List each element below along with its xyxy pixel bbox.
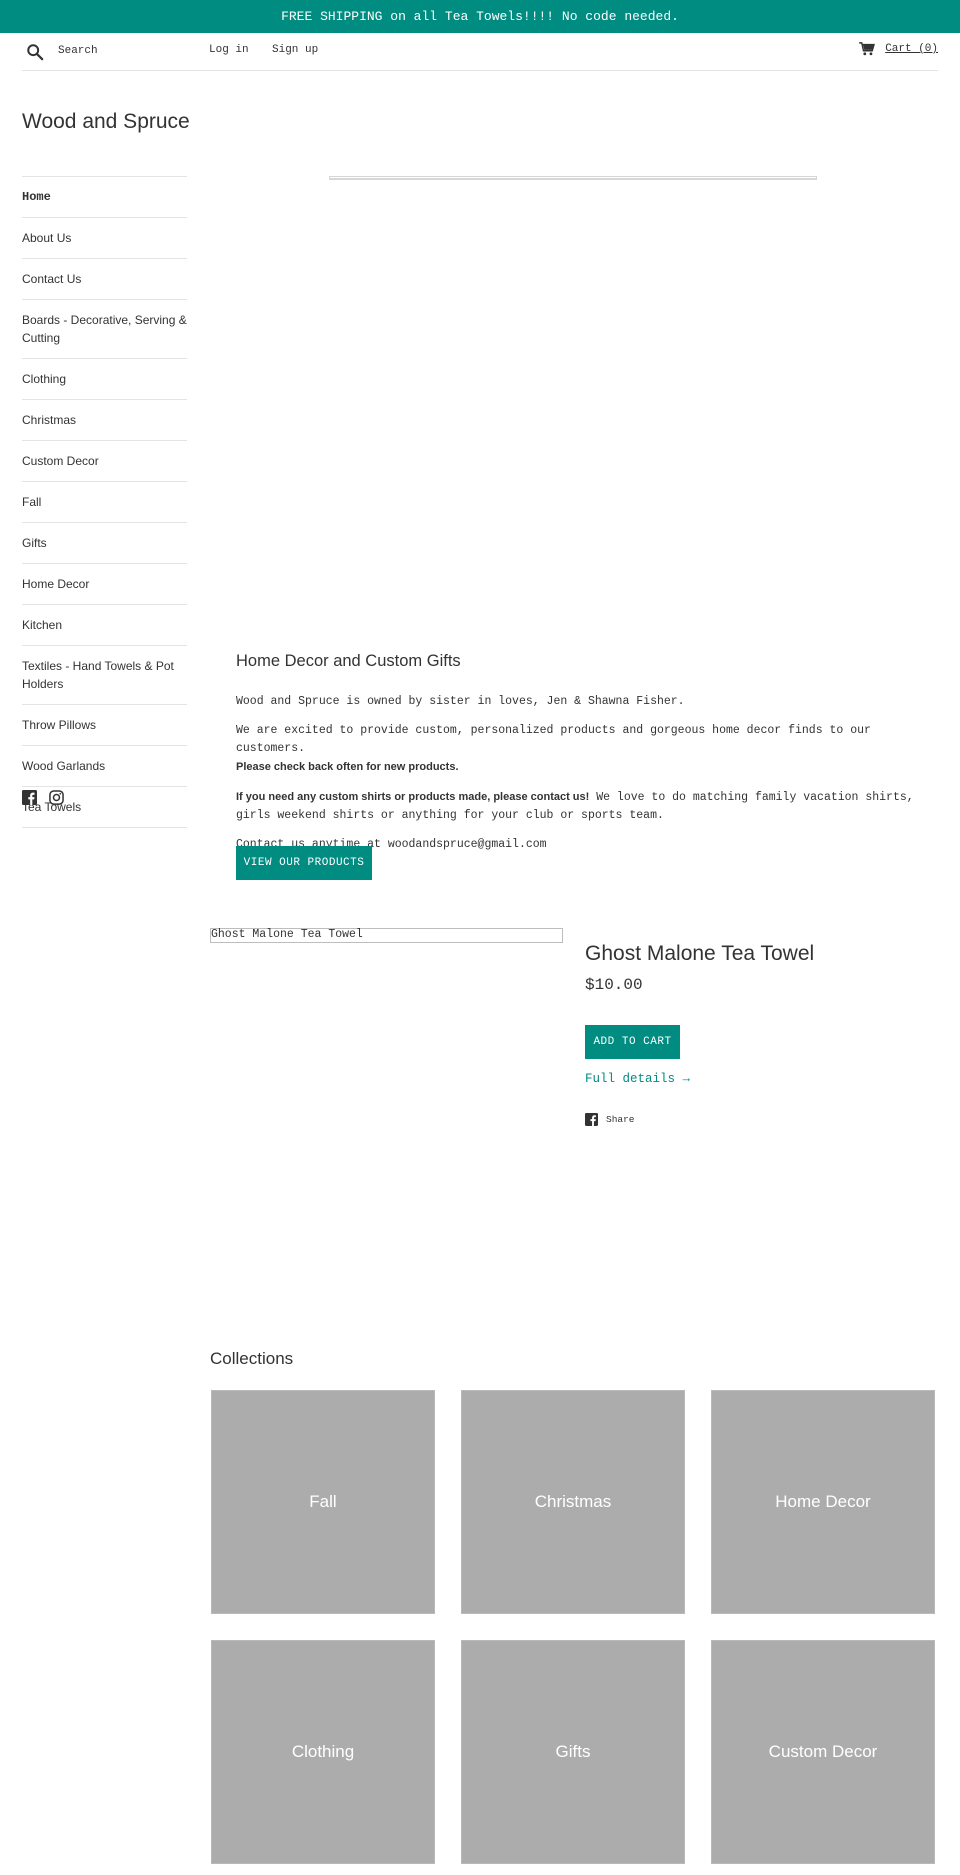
sidebar-item-christmas[interactable]: Christmas (22, 399, 187, 440)
sidebar-item-about-us[interactable]: About Us (22, 217, 187, 258)
welcome-paragraph-2-bold: Please check back often for new products… (236, 761, 459, 773)
sidebar-item-home[interactable]: Home (22, 176, 187, 217)
full-details-link[interactable]: Full details → (585, 1072, 690, 1086)
sidebar-item-throw-pillows[interactable]: Throw Pillows (22, 704, 187, 745)
announcement-text: FREE SHIPPING on all Tea Towels!!!! No c… (281, 9, 679, 24)
welcome-paragraph-2: We are excited to provide custom, person… (236, 724, 871, 773)
sidebar-item-home-decor[interactable]: Home Decor (22, 563, 187, 604)
facebook-icon[interactable] (22, 790, 37, 805)
cart-link[interactable]: Cart (0) (859, 42, 938, 56)
view-products-button[interactable]: VIEW OUR PRODUCTS (236, 846, 372, 880)
search-icon[interactable] (26, 43, 44, 61)
cart-icon (859, 42, 876, 56)
product-image[interactable]: Ghost Malone Tea Towel (210, 928, 563, 943)
instagram-icon[interactable] (49, 790, 64, 805)
share-label: Share (606, 1114, 635, 1125)
facebook-icon (585, 1113, 598, 1126)
sidebar-item-wood-garlands[interactable]: Wood Garlands (22, 745, 187, 786)
collection-tile-clothing[interactable]: Clothing (211, 1640, 435, 1864)
login-link[interactable]: Log in (209, 44, 249, 56)
sidebar-item-boards[interactable]: Boards - Decorative, Serving & Cutting (22, 299, 187, 358)
collection-tile-fall[interactable]: Fall (211, 1390, 435, 1614)
social-links (22, 790, 64, 805)
product-price: $10.00 (585, 976, 643, 994)
sidebar-divider (22, 827, 187, 828)
sidebar-nav: Home About Us Contact Us Boards - Decora… (22, 176, 187, 828)
welcome-paragraph-1: Wood and Spruce is owned by sister in lo… (236, 695, 685, 708)
sidebar-item-kitchen[interactable]: Kitchen (22, 604, 187, 645)
signup-link[interactable]: Sign up (272, 44, 318, 56)
sidebar-item-clothing[interactable]: Clothing (22, 358, 187, 399)
collection-tile-gifts[interactable]: Gifts (461, 1640, 685, 1864)
collection-tile-home-decor[interactable]: Home Decor (711, 1390, 935, 1614)
sidebar-item-custom-decor[interactable]: Custom Decor (22, 440, 187, 481)
cart-label: Cart (0) (885, 43, 938, 55)
welcome-paragraph-3: If you need any custom shirts or product… (236, 791, 914, 822)
site-title[interactable]: Wood and Spruce (22, 110, 190, 134)
welcome-section: Home Decor and Custom Gifts Wood and Spr… (236, 652, 936, 865)
announcement-bar: FREE SHIPPING on all Tea Towels!!!! No c… (0, 0, 960, 33)
welcome-paragraph-3-bold: If you need any custom shirts or product… (236, 791, 590, 803)
sidebar-item-gifts[interactable]: Gifts (22, 522, 187, 563)
welcome-heading: Home Decor and Custom Gifts (236, 652, 461, 670)
product-title: Ghost Malone Tea Towel (585, 942, 815, 965)
collections-title: Collections (210, 1349, 294, 1368)
top-bar: Log in Sign up Cart (0) (22, 33, 938, 71)
collection-tile-christmas[interactable]: Christmas (461, 1390, 685, 1614)
slideshow-image (329, 176, 817, 180)
add-to-cart-button[interactable]: ADD TO CART (585, 1025, 680, 1059)
share-button[interactable]: Share (585, 1113, 635, 1126)
sidebar-item-contact-us[interactable]: Contact Us (22, 258, 187, 299)
sidebar-item-fall[interactable]: Fall (22, 481, 187, 522)
collection-tile-custom-decor[interactable]: Custom Decor (711, 1640, 935, 1864)
sidebar-item-textiles[interactable]: Textiles - Hand Towels & Pot Holders (22, 645, 187, 704)
search-input[interactable] (58, 40, 208, 62)
